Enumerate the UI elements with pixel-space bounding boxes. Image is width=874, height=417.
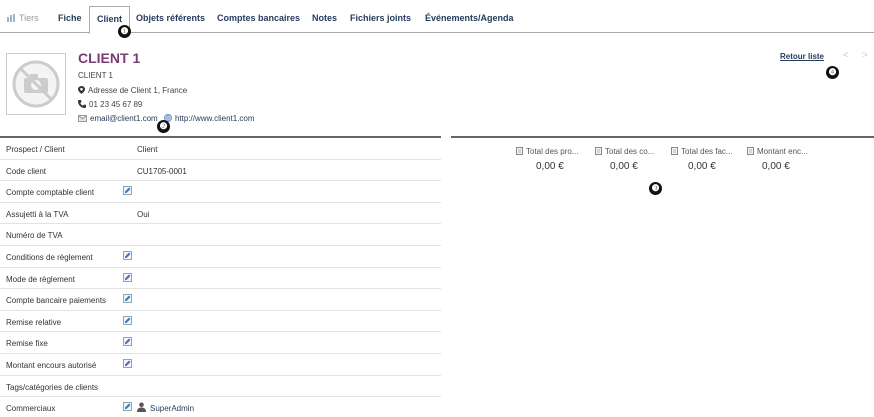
email-icon xyxy=(78,115,87,122)
field-label: Commerciaux xyxy=(6,404,56,414)
phone-icon xyxy=(78,100,86,108)
back-to-list-link[interactable]: Retour liste xyxy=(780,52,824,61)
stat-value: 0,00 € xyxy=(688,161,716,172)
website-link[interactable]: http://www.client1.com xyxy=(175,114,255,123)
field-row-compte-bancaire: Compte bancaire paiements xyxy=(0,289,441,311)
client-address: Adresse de Client 1, France xyxy=(78,86,187,95)
edit-icon[interactable] xyxy=(123,272,132,282)
edit-icon[interactable] xyxy=(123,402,132,412)
field-row-commerciaux: Commerciaux SuperAdmin xyxy=(0,397,441,417)
callout-3: ❸ xyxy=(649,182,662,195)
stat-title: Total des fac... xyxy=(681,147,733,156)
tab-comptes-bancaires[interactable]: Comptes bancaires xyxy=(217,13,300,23)
edit-icon[interactable] xyxy=(123,250,132,260)
stat-title: Montant enc... xyxy=(757,147,808,156)
field-row-numero-tva: Numéro de TVA xyxy=(0,224,441,246)
field-label: Numéro de TVA xyxy=(6,231,63,241)
client-fields-table: Prospect / Client Client Code client CU1… xyxy=(0,136,441,417)
field-value: CU1705-0001 xyxy=(137,166,187,176)
edit-icon[interactable] xyxy=(123,337,132,347)
field-row-prospect-client: Prospect / Client Client xyxy=(0,138,441,160)
email-link[interactable]: email@client1.com xyxy=(90,114,158,123)
tab-fiche[interactable]: Fiche xyxy=(58,13,82,23)
field-label: Compte bancaire paiements xyxy=(6,296,107,306)
client-subname: CLIENT 1 xyxy=(78,71,113,80)
edit-icon[interactable] xyxy=(123,315,132,325)
field-label: Code client xyxy=(6,166,47,176)
sales-rep-link[interactable]: SuperAdmin xyxy=(150,404,194,413)
stat-title: Total des pro... xyxy=(526,147,579,156)
stat-montant-encours: Montant enc... 0,00 € xyxy=(747,147,827,172)
field-row-mode-reglement: Mode de règlement xyxy=(0,268,441,290)
stat-total-propositions: Total des pro... 0,00 € xyxy=(516,147,596,172)
field-label: Montant encours autorisé xyxy=(6,360,97,370)
callout-1: ❶ xyxy=(118,25,131,38)
user-icon xyxy=(137,402,146,413)
document-icon xyxy=(747,147,754,155)
field-row-compte-comptable: Compte comptable client xyxy=(0,181,441,203)
field-row-assujetti-tva: Assujetti à la TVA Oui xyxy=(0,203,441,225)
field-label: Prospect / Client xyxy=(6,145,65,154)
field-label: Conditions de règlement xyxy=(6,252,93,262)
field-value: Client xyxy=(137,145,158,154)
map-marker-icon xyxy=(78,86,85,94)
next-record-arrow[interactable]: > xyxy=(862,50,868,61)
phone-text: 01 23 45 67 89 xyxy=(89,100,143,109)
prev-record-arrow[interactable]: < xyxy=(843,50,849,61)
field-label: Mode de règlement xyxy=(6,274,75,284)
stats-divider xyxy=(451,136,874,138)
callout-4: ❹ xyxy=(826,66,839,79)
field-value: Oui xyxy=(137,209,150,219)
client-phone: 01 23 45 67 89 xyxy=(78,100,142,109)
stat-total-commandes: Total des co... 0,00 € xyxy=(595,147,675,172)
field-label: Remise fixe xyxy=(6,339,48,349)
edit-icon[interactable] xyxy=(123,294,132,304)
field-row-conditions-reglement: Conditions de règlement xyxy=(0,246,441,268)
callout-2: ❷ xyxy=(157,120,170,133)
stat-value: 0,00 € xyxy=(610,161,638,172)
field-row-montant-encours: Montant encours autorisé xyxy=(0,354,441,376)
edit-icon[interactable] xyxy=(123,358,132,368)
client-photo[interactable] xyxy=(6,53,66,115)
bar-chart-icon xyxy=(7,14,15,22)
field-label: Remise relative xyxy=(6,317,62,327)
tab-fichiers-joints[interactable]: Fichiers joints xyxy=(350,13,411,23)
client-name: CLIENT 1 xyxy=(78,50,141,66)
address-text: Adresse de Client 1, France xyxy=(88,86,188,95)
no-photo-icon xyxy=(12,60,60,108)
stat-value: 0,00 € xyxy=(536,161,564,172)
tab-tiers-label: Tiers xyxy=(19,13,39,23)
stat-value: 0,00 € xyxy=(762,161,790,172)
tab-notes[interactable]: Notes xyxy=(312,13,337,23)
field-row-remise-relative: Remise relative xyxy=(0,311,441,333)
document-icon xyxy=(595,147,602,155)
stat-total-factures: Total des fac... 0,00 € xyxy=(671,147,751,172)
field-row-code-client: Code client CU1705-0001 xyxy=(0,160,441,182)
tab-evenements-agenda[interactable]: Événements/Agenda xyxy=(425,13,514,23)
document-icon xyxy=(516,147,523,155)
edit-icon[interactable] xyxy=(123,186,132,196)
tab-objets-referents[interactable]: Objets référents xyxy=(136,13,205,23)
field-row-remise-fixe: Remise fixe xyxy=(0,332,441,354)
field-label: Compte comptable client xyxy=(6,188,95,198)
field-label: Tags/catégories de clients xyxy=(6,382,99,392)
field-row-tags-categories: Tags/catégories de clients xyxy=(0,376,441,398)
field-label: Assujetti à la TVA xyxy=(6,209,69,219)
tab-bar: Tiers Fiche Client Objets référents Comp… xyxy=(0,0,874,34)
stat-title: Total des co... xyxy=(605,147,655,156)
document-icon xyxy=(671,147,678,155)
tab-tiers[interactable]: Tiers xyxy=(7,13,39,23)
